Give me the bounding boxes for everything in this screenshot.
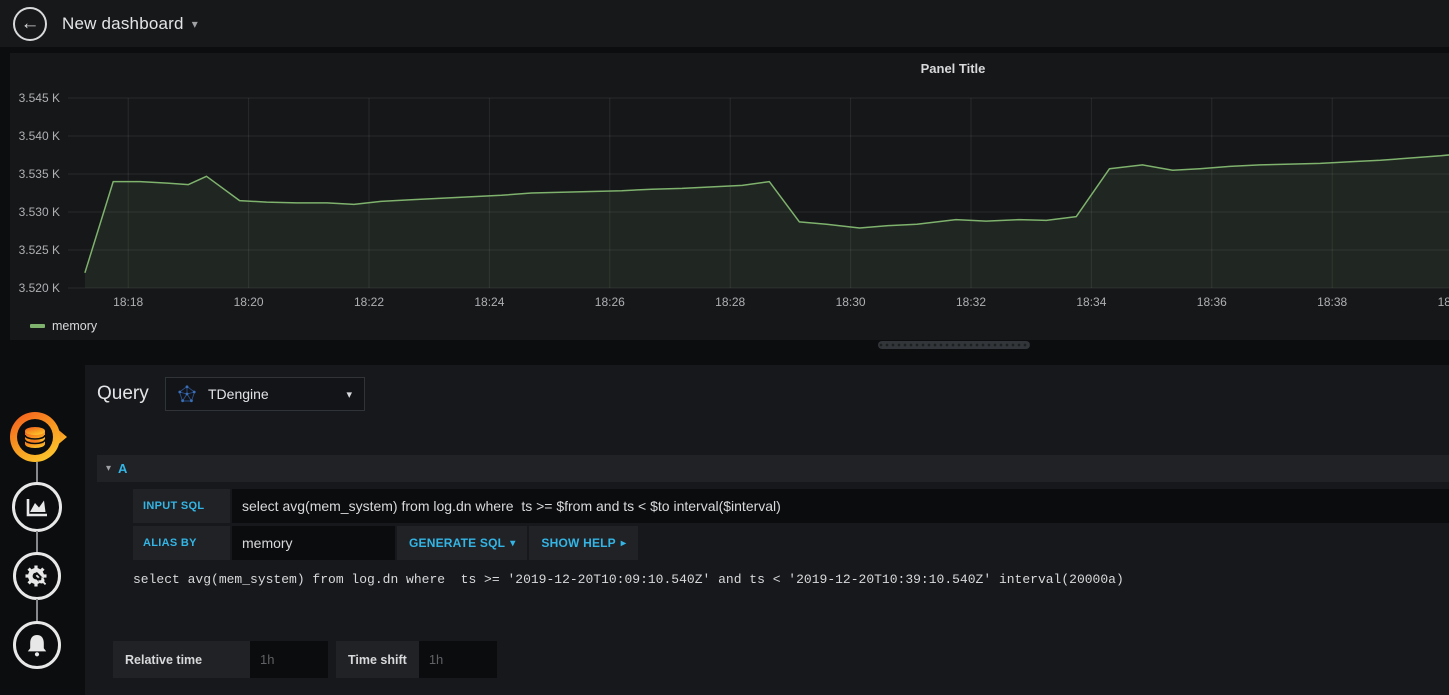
datasource-select[interactable]: TDengine ▾ — [165, 377, 365, 411]
legend-label: memory — [52, 319, 98, 333]
relative-time-label: Relative time — [113, 641, 250, 678]
tab-general[interactable] — [13, 552, 61, 600]
tab-connector-line — [36, 462, 38, 483]
dashboard-title: New dashboard — [62, 13, 184, 33]
tab-connector-line — [36, 531, 38, 553]
svg-text:18:28: 18:28 — [715, 295, 745, 309]
panel-resize-handle[interactable] — [878, 341, 1030, 349]
memory-chart-svg: 3.520 K 3.525 K 3.530 K 3.535 K 3.540 K 3.545… — [19, 91, 1449, 309]
time-shift-block: Time shift — [336, 641, 497, 678]
tab-alert[interactable] — [13, 621, 61, 669]
svg-text:3.520 K: 3.520 K — [19, 281, 60, 295]
chevron-down-icon: ▾ — [191, 16, 198, 31]
svg-text:3.530 K: 3.530 K — [19, 205, 60, 219]
svg-text:18:22: 18:22 — [354, 295, 384, 309]
back-arrow-icon: ← — [20, 12, 40, 34]
chevron-down-icon: ▾ — [510, 537, 516, 549]
time-shift-label: Time shift — [336, 641, 419, 678]
svg-text:18:38: 18:38 — [1317, 295, 1347, 309]
svg-text:18:30: 18:30 — [836, 295, 866, 309]
chevron-right-icon: ▸ — [620, 537, 627, 549]
svg-text:18:20: 18:20 — [234, 295, 264, 309]
svg-text:18:40: 18:40 — [1438, 295, 1449, 309]
svg-text:3.525 K: 3.525 K — [19, 243, 60, 257]
tab-queries[interactable] — [8, 408, 68, 471]
query-editor-card: Query TDengine ▾ ▾ A INPUT SQL select av… — [85, 365, 1449, 695]
legend-color-swatch — [30, 324, 45, 328]
legend-item-memory[interactable]: memory — [30, 319, 97, 333]
queries-database-icon — [10, 412, 67, 462]
svg-text:3.535 K: 3.535 K — [19, 167, 60, 181]
query-section-label: Query — [97, 383, 149, 404]
back-button[interactable]: ← — [13, 6, 47, 41]
generate-sql-button[interactable]: GENERATE SQL ▾ — [397, 526, 528, 560]
svg-text:3.545 K: 3.545 K — [19, 91, 60, 105]
time-options-row: Relative time Time shift — [113, 641, 505, 678]
generate-sql-label: GENERATE SQL — [409, 536, 506, 550]
show-help-button[interactable]: SHOW HELP ▸ — [529, 526, 639, 560]
relative-time-block: Relative time — [113, 641, 328, 678]
tab-visualization[interactable] — [12, 482, 62, 532]
gear-wrench-icon — [25, 565, 50, 589]
tdengine-logo-icon — [178, 385, 196, 403]
alias-by-label: ALIAS BY — [133, 526, 230, 560]
time-shift-input[interactable] — [418, 641, 497, 678]
datasource-name: TDengine — [208, 386, 269, 402]
svg-text:18:32: 18:32 — [956, 295, 986, 309]
svg-text:18:36: 18:36 — [1197, 295, 1227, 309]
tab-connector-line — [36, 599, 38, 622]
top-navbar: ← New dashboard ▾ — [0, 0, 1449, 47]
svg-text:18:18: 18:18 — [113, 295, 143, 309]
query-ref-id: A — [118, 461, 128, 476]
input-sql-row: INPUT SQL — [133, 489, 1449, 523]
grafana-edit-page: ← New dashboard ▾ Panel Title 3.520 K 3.5… — [0, 0, 1449, 695]
graph-panel-inner: Panel Title 3.520 K 3.525 K 3.530 K 3.535 K… — [10, 53, 1449, 340]
relative-time-input[interactable] — [250, 641, 328, 678]
input-sql-label: INPUT SQL — [133, 489, 230, 523]
generated-sql-text: select avg(mem_system) from log.dn where… — [133, 572, 1124, 587]
input-sql-field[interactable] — [232, 489, 1449, 523]
alias-by-row: ALIAS BY GENERATE SQL ▾ SHOW HELP ▸ — [133, 526, 1449, 560]
svg-text:18:24: 18:24 — [474, 295, 504, 309]
collapse-caret-icon: ▾ — [106, 463, 112, 474]
svg-text:18:26: 18:26 — [595, 295, 625, 309]
bell-icon — [27, 635, 47, 657]
chart-icon — [26, 499, 47, 517]
query-ref-header[interactable]: ▾ A — [97, 455, 1449, 482]
show-help-label: SHOW HELP — [541, 536, 616, 550]
dashboard-title-menu[interactable]: New dashboard ▾ — [62, 14, 198, 34]
alias-by-field[interactable] — [232, 526, 395, 560]
graph-panel: Panel Title 3.520 K 3.525 K 3.530 K 3.535 K… — [10, 53, 1449, 340]
svg-text:3.540 K: 3.540 K — [19, 129, 60, 143]
chevron-down-icon: ▾ — [346, 388, 352, 401]
svg-text:18:34: 18:34 — [1076, 295, 1106, 309]
